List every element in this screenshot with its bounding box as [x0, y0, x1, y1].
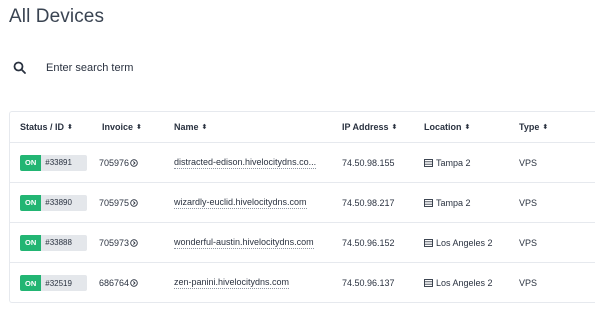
- location-label: Tampa 2: [436, 157, 471, 168]
- status-cell: ON #33891: [20, 143, 88, 182]
- name-cell: wizardly-euclid.hivelocitydns.com: [174, 183, 307, 222]
- status-cell: ON #32519: [20, 263, 88, 303]
- column-header-invoice[interactable]: Invoice ⬍: [102, 112, 142, 142]
- column-header-label: Type: [519, 122, 540, 132]
- status-badge: ON #32519: [20, 275, 88, 291]
- status-badge: ON #33888: [20, 234, 88, 251]
- device-type: VPS: [519, 197, 538, 208]
- name-cell: distracted-edison.hivelocitydns.co...: [174, 143, 317, 182]
- table-row[interactable]: ON #32519 686764 zen-panini.hivelocitydn…: [10, 263, 595, 303]
- server-icon: [424, 158, 433, 167]
- column-header-type[interactable]: Type ⬍: [519, 112, 548, 142]
- location-label: Tampa 2: [436, 197, 471, 208]
- invoice-number: 686764: [99, 278, 130, 288]
- invoice-cell[interactable]: 705975: [99, 183, 138, 222]
- location-label: Los Angeles 2: [436, 278, 493, 288]
- status-on-label: ON: [20, 275, 42, 291]
- status-on-label: ON: [20, 194, 42, 211]
- location-cell: Tampa 2: [424, 183, 471, 222]
- location-label: Los Angeles 2: [436, 237, 493, 248]
- device-name-link[interactable]: wonderful-austin.hivelocitydns.com: [174, 237, 314, 249]
- column-header-label: Name: [174, 122, 199, 132]
- devices-table: Status / ID ⬍ Invoice ⬍ Name ⬍ IP Address ⬍ …: [9, 111, 595, 303]
- column-header-name[interactable]: Name ⬍: [174, 112, 207, 142]
- status-on-label: ON: [20, 234, 42, 251]
- name-cell: zen-panini.hivelocitydns.com: [174, 263, 290, 303]
- column-header-label: Location: [424, 122, 462, 132]
- search-bar: [12, 56, 312, 80]
- column-header-ip[interactable]: IP Address ⬍: [342, 112, 397, 142]
- invoice-cell[interactable]: 705976: [99, 143, 138, 182]
- sort-icon: ⬍: [542, 123, 549, 131]
- device-name-link[interactable]: distracted-edison.hivelocitydns.co...: [174, 157, 317, 169]
- table-row[interactable]: ON #33888 705973 wonderful-austin.hivelo…: [10, 223, 595, 263]
- invoice-number: 705973: [99, 237, 130, 248]
- sort-icon: ⬍: [136, 123, 142, 131]
- ip-address: 74.50.98.155: [342, 157, 395, 168]
- device-id: #33888: [41, 234, 88, 251]
- column-header-label: Invoice: [102, 122, 134, 132]
- sort-icon: ⬍: [67, 123, 73, 131]
- ip-address: 74.50.98.217: [342, 197, 395, 208]
- invoice-cell[interactable]: 686764: [99, 263, 138, 303]
- info-circle-icon[interactable]: [130, 198, 138, 207]
- invoice-number: 705976: [99, 157, 130, 168]
- device-name-link[interactable]: wizardly-euclid.hivelocitydns.com: [174, 197, 307, 209]
- column-header-status[interactable]: Status / ID ⬍: [20, 112, 73, 142]
- column-header-label: IP Address: [342, 122, 389, 132]
- device-id: #33891: [41, 154, 88, 171]
- device-id: #32519: [41, 275, 88, 291]
- ip-address: 74.50.96.137: [342, 278, 395, 288]
- location-cell: Los Angeles 2: [424, 263, 493, 303]
- invoice-cell[interactable]: 705973: [99, 223, 138, 262]
- table-row[interactable]: ON #33891 705976 distracted-edison.hivel…: [10, 143, 595, 183]
- column-header-location[interactable]: Location ⬍: [424, 112, 470, 142]
- device-type: VPS: [519, 278, 538, 288]
- server-icon: [424, 279, 433, 287]
- name-cell: wonderful-austin.hivelocitydns.com: [174, 223, 314, 262]
- page-title: All Devices: [9, 6, 105, 27]
- search-icon[interactable]: [12, 60, 28, 76]
- sort-icon: ⬍: [391, 123, 398, 131]
- status-badge: ON #33891: [20, 154, 88, 171]
- status-badge: ON #33890: [20, 194, 88, 211]
- info-circle-icon[interactable]: [130, 158, 138, 167]
- column-header-label: Status / ID: [20, 122, 65, 132]
- server-icon: [424, 198, 433, 207]
- status-cell: ON #33888: [20, 223, 88, 262]
- device-type: VPS: [519, 237, 538, 248]
- status-cell: ON #33890: [20, 183, 88, 222]
- search-input[interactable]: [46, 62, 286, 74]
- status-on-label: ON: [20, 154, 42, 171]
- info-circle-icon[interactable]: [130, 279, 138, 287]
- device-type: VPS: [519, 157, 538, 168]
- ip-address: 74.50.96.152: [342, 237, 395, 248]
- location-cell: Tampa 2: [424, 143, 471, 182]
- invoice-number: 705975: [99, 197, 130, 208]
- table-header-row: Status / ID ⬍ Invoice ⬍ Name ⬍ IP Address ⬍ …: [10, 112, 595, 143]
- sort-icon: ⬍: [201, 123, 208, 131]
- location-cell: Los Angeles 2: [424, 223, 493, 262]
- table-row[interactable]: ON #33890 705975 wizardly-euclid.hiveloc…: [10, 183, 595, 223]
- device-id: #33890: [41, 194, 88, 211]
- info-circle-icon[interactable]: [130, 238, 138, 247]
- device-name-link[interactable]: zen-panini.hivelocitydns.com: [174, 277, 290, 289]
- server-icon: [424, 238, 433, 247]
- sort-icon: ⬍: [464, 123, 471, 131]
